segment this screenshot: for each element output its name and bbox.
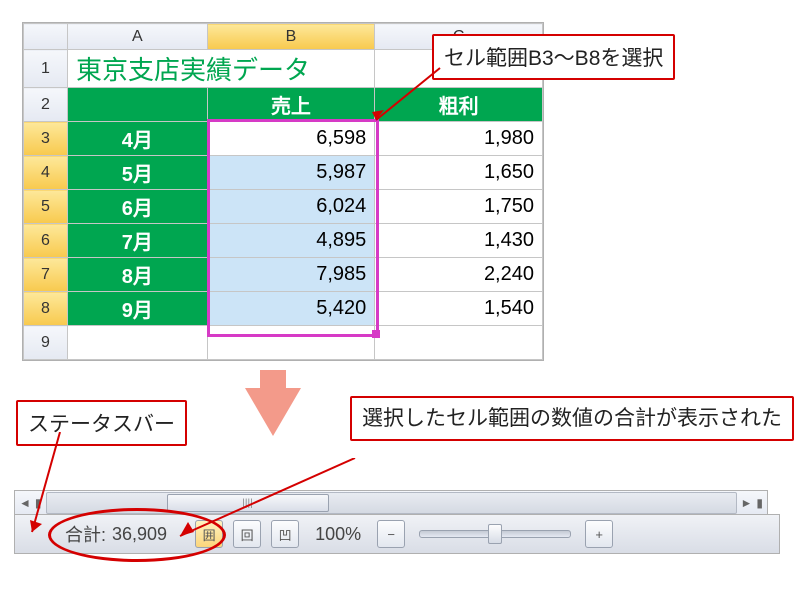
row-header-5[interactable]: 5	[24, 190, 68, 224]
cell-a9[interactable]	[67, 326, 207, 360]
row-header-4[interactable]: 4	[24, 156, 68, 190]
horizontal-scrollbar[interactable]: ||||	[46, 492, 737, 514]
tab-split-icon[interactable]: ▮	[756, 496, 763, 510]
view-normal-button[interactable]: 囲	[195, 520, 223, 548]
cell-a6[interactable]: 7月	[67, 224, 207, 258]
cell-a4[interactable]: 5月	[67, 156, 207, 190]
down-arrow-icon	[260, 370, 286, 390]
col-header-a[interactable]: A	[67, 24, 207, 50]
view-page-layout-button[interactable]: 回	[233, 520, 261, 548]
grid-icon: 囲	[203, 525, 216, 544]
cell-b4[interactable]: 5,987	[207, 156, 375, 190]
cell-c9[interactable]	[375, 326, 543, 360]
table-row: 3 4月 6,598 1,980	[24, 122, 543, 156]
cell-b3[interactable]: 6,598	[207, 122, 375, 156]
cell-a1-title[interactable]: 東京支店実績データ	[67, 50, 374, 88]
status-sum-label: 合計:	[65, 521, 106, 547]
table-row: 7 8月 7,985 2,240	[24, 258, 543, 292]
cell-a8[interactable]: 9月	[67, 292, 207, 326]
view-page-break-button[interactable]: 凹	[271, 520, 299, 548]
scroll-thumb[interactable]: ||||	[167, 494, 329, 512]
callout-sum: 選択したセル範囲の数値の合計が表示された	[350, 396, 794, 441]
zoom-in-button[interactable]: +	[585, 520, 613, 548]
cell-b6[interactable]: 4,895	[207, 224, 375, 258]
table-row: 6 7月 4,895 1,430	[24, 224, 543, 258]
row-header-8[interactable]: 8	[24, 292, 68, 326]
row-header-9[interactable]: 9	[24, 326, 68, 360]
row-header-7[interactable]: 7	[24, 258, 68, 292]
minus-icon: −	[387, 527, 395, 542]
cell-c2[interactable]: 粗利	[375, 88, 543, 122]
plus-icon: +	[595, 527, 603, 542]
cell-b5[interactable]: 6,024	[207, 190, 375, 224]
zoom-out-button[interactable]: −	[377, 520, 405, 548]
table-row: 5 6月 6,024 1,750	[24, 190, 543, 224]
zoom-slider-thumb[interactable]	[488, 524, 502, 544]
table-row: 9	[24, 326, 543, 360]
cell-a2[interactable]	[67, 88, 207, 122]
row-header-1[interactable]: 1	[24, 50, 68, 88]
cell-b2[interactable]: 売上	[207, 88, 375, 122]
zoom-slider[interactable]	[419, 530, 571, 538]
cell-c4[interactable]: 1,650	[375, 156, 543, 190]
col-header-b[interactable]: B	[207, 24, 375, 50]
row-header-3[interactable]: 3	[24, 122, 68, 156]
cell-a5[interactable]: 6月	[67, 190, 207, 224]
break-icon: 凹	[279, 525, 292, 544]
cell-b7[interactable]: 7,985	[207, 258, 375, 292]
callout-selection: セル範囲B3～B8を選択	[432, 34, 675, 80]
tab-nav-next-icon[interactable]: ►	[741, 496, 753, 510]
row-header-2[interactable]: 2	[24, 88, 68, 122]
callout-statusbar: ステータスバー	[16, 400, 187, 446]
cell-c5[interactable]: 1,750	[375, 190, 543, 224]
cell-b9[interactable]	[207, 326, 375, 360]
select-all-corner[interactable]	[24, 24, 68, 50]
status-sum-value: 36,909	[112, 524, 167, 545]
sheet-tab-area: ◄ ▮ |||| ► ▮	[14, 490, 768, 515]
cell-a3[interactable]: 4月	[67, 122, 207, 156]
down-arrow-icon	[245, 388, 301, 436]
cell-c7[interactable]: 2,240	[375, 258, 543, 292]
cell-b8[interactable]: 5,420	[207, 292, 375, 326]
tab-split-icon[interactable]: ▮	[35, 496, 42, 510]
table-row: 4 5月 5,987 1,650	[24, 156, 543, 190]
tab-nav-prev-icon[interactable]: ◄	[19, 496, 31, 510]
cell-c3[interactable]: 1,980	[375, 122, 543, 156]
page-icon: 回	[241, 525, 254, 544]
zoom-percent[interactable]: 100%	[315, 524, 361, 545]
table-row: 2 売上 粗利	[24, 88, 543, 122]
status-bar: 合計: 36,909 囲 回 凹 100% − +	[14, 514, 780, 554]
table-row: 8 9月 5,420 1,540	[24, 292, 543, 326]
cell-a7[interactable]: 8月	[67, 258, 207, 292]
row-header-6[interactable]: 6	[24, 224, 68, 258]
cell-c8[interactable]: 1,540	[375, 292, 543, 326]
cell-c6[interactable]: 1,430	[375, 224, 543, 258]
